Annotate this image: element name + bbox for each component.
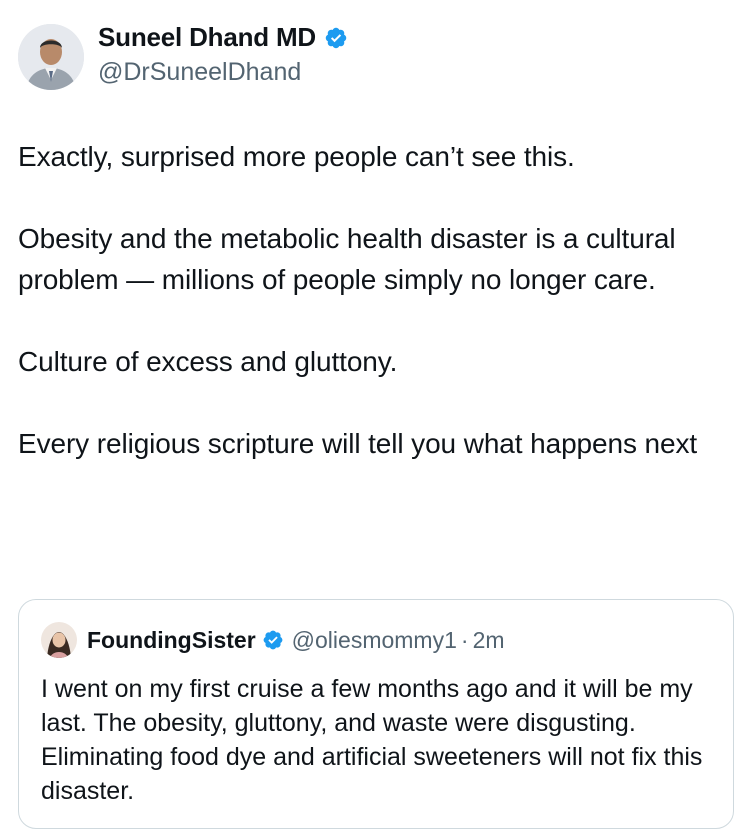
quoted-author-handle[interactable]: @oliesmommy1 [292, 627, 457, 654]
quoted-author-name[interactable]: FoundingSister [87, 627, 256, 654]
quoted-timestamp[interactable]: 2m [473, 627, 505, 654]
profile-photo-icon [41, 622, 77, 658]
tweet-paragraph: Culture of excess and gluttony. [18, 346, 398, 377]
separator-dot: · [460, 626, 469, 653]
quoted-tweet-text: I went on my first cruise a few months a… [41, 675, 703, 805]
author-name[interactable]: Suneel Dhand MD [98, 22, 348, 53]
quoted-tweet-card[interactable]: FoundingSister @oliesmommy1 · 2m I went … [18, 599, 734, 829]
profile-photo-icon [18, 24, 84, 90]
verified-badge-icon [263, 630, 283, 650]
author-name-text[interactable]: Suneel Dhand MD [98, 22, 316, 53]
tweet-paragraph: Every religious scripture will tell you … [18, 428, 698, 459]
author-handle[interactable]: @DrSuneelDhand [98, 58, 301, 87]
tweet-text: Exactly, surprised more people can’t see… [18, 136, 738, 464]
verified-badge-icon [325, 27, 347, 48]
tweet-paragraph: Exactly, surprised more people can’t see… [18, 141, 575, 172]
tweet-paragraph: Obesity and the metabolic health disaste… [18, 223, 676, 295]
quoted-tweet-header: FoundingSister @oliesmommy1 · 2m [41, 622, 505, 658]
quoted-author-avatar[interactable] [41, 622, 77, 658]
author-avatar[interactable] [18, 24, 84, 90]
